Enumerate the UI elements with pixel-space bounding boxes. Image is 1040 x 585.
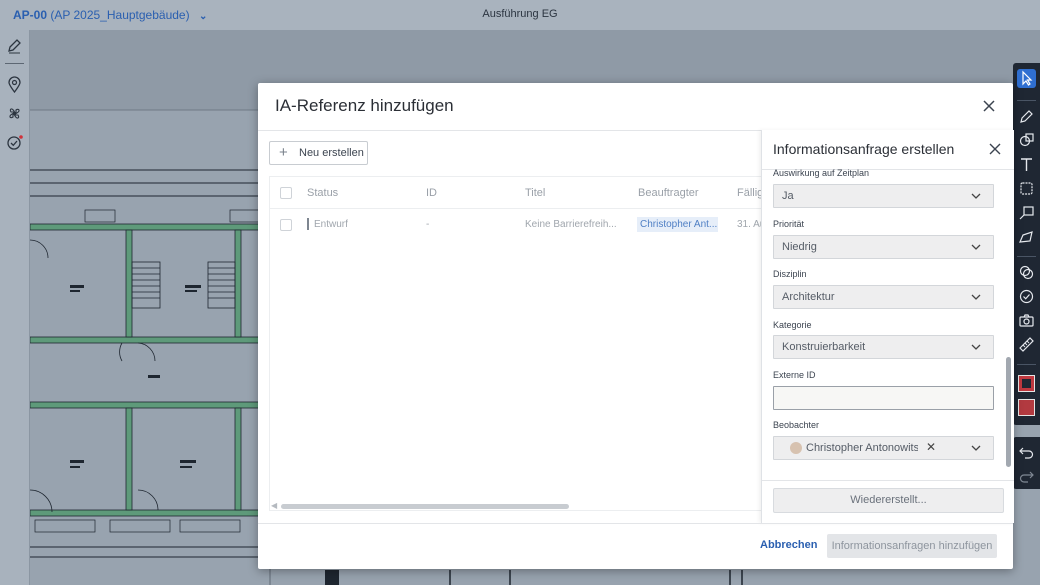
create-rfi-panel: Informationsanfrage erstellen Auswirkung… — [761, 130, 1014, 523]
dialog-footer-divider — [258, 523, 1013, 524]
chevron-down-icon — [971, 244, 981, 250]
row-status: Entwurf — [314, 219, 348, 230]
category-select[interactable]: Konstruierbarkeit — [773, 335, 994, 359]
schedule-impact-label: Auswirkung auf Zeitplan — [773, 168, 870, 178]
column-header-id[interactable]: ID — [426, 187, 437, 199]
toolbar-divider — [1017, 100, 1036, 101]
row-id: - — [426, 219, 430, 230]
camera-icon[interactable] — [1017, 311, 1036, 330]
add-rfis-button[interactable]: Informationsanfragen hinzufügen — [827, 534, 997, 558]
select-arrow-icon[interactable] — [1017, 69, 1036, 88]
toolbar-divider — [5, 63, 24, 64]
table-header: Status ID Titel Beauftragter Fällig — [270, 177, 765, 209]
create-new-button[interactable]: + Neu erstellen — [269, 141, 368, 165]
table-row[interactable]: Entwurf - Keine Barrierefreih... Christo… — [270, 209, 765, 240]
category-label: Kategorie — [773, 320, 812, 330]
status-indicator — [307, 218, 309, 230]
plus-icon: + — [279, 144, 288, 161]
row-assignee: Christopher Ant... — [637, 217, 718, 232]
close-icon[interactable] — [980, 97, 998, 115]
column-header-title[interactable]: Titel — [525, 187, 545, 199]
discipline-select[interactable]: Architektur — [773, 285, 994, 309]
rfi-table: Status ID Titel Beauftragter Fällig Entw… — [269, 176, 766, 511]
redo-icon[interactable] — [1017, 466, 1036, 485]
check-circle-icon[interactable] — [6, 134, 23, 151]
panel-title: Informationsanfrage erstellen — [773, 141, 955, 157]
close-icon[interactable] — [988, 142, 1002, 156]
ruler-icon[interactable] — [1017, 335, 1036, 354]
stroke-color-swatch[interactable] — [1018, 375, 1035, 392]
fan-icon[interactable] — [6, 105, 23, 122]
add-rfi-reference-dialog: IA-Referenz hinzufügen + Neu erstellen S… — [258, 83, 1014, 569]
rectangle-icon[interactable] — [1017, 179, 1036, 198]
row-checkbox[interactable] — [280, 219, 292, 231]
history-toolbar — [1013, 437, 1040, 489]
horizontal-scrollbar[interactable]: ◀ — [269, 501, 753, 510]
observer-name: Christopher Antonowits... — [806, 442, 918, 454]
pen-icon[interactable] — [1017, 107, 1036, 126]
overlay-icon[interactable] — [1017, 263, 1036, 282]
check-icon[interactable] — [1017, 287, 1036, 306]
discipline-label: Disziplin — [773, 269, 807, 279]
top-bar: AP-00 (AP 2025_Hauptgebäude) ⌄ Ausführun… — [0, 0, 1040, 31]
toolbar-divider — [1017, 256, 1036, 257]
select-all-checkbox[interactable] — [280, 187, 292, 199]
scrollbar-thumb[interactable] — [281, 504, 569, 509]
toolbar-divider — [1017, 364, 1036, 365]
priority-select[interactable]: Niedrig — [773, 235, 994, 259]
panel-scrollbar[interactable] — [1006, 170, 1011, 510]
chevron-down-icon — [971, 294, 981, 300]
polyline-icon[interactable] — [1017, 227, 1036, 246]
left-toolbar — [0, 30, 30, 585]
discipline-value: Architektur — [782, 291, 835, 303]
remove-observer-icon[interactable]: ✕ — [926, 440, 936, 454]
chevron-down-icon — [971, 193, 981, 199]
column-header-assignee[interactable]: Beauftragter — [638, 187, 699, 199]
chevron-down-icon — [971, 445, 981, 451]
priority-value: Niedrig — [782, 241, 817, 253]
pencil-icon[interactable] — [6, 37, 23, 54]
panel-divider — [762, 480, 1014, 481]
row-title: Keine Barrierefreih... — [525, 219, 617, 230]
schedule-impact-value: Ja — [782, 190, 794, 202]
column-header-status[interactable]: Status — [307, 187, 338, 199]
cancel-button[interactable]: Abbrechen — [760, 539, 817, 551]
avatar — [790, 442, 802, 454]
markup-toolbar — [1013, 63, 1040, 425]
recreate-button[interactable]: Wiedererstellt... — [773, 488, 1004, 513]
create-new-label: Neu erstellen — [299, 147, 364, 159]
callout-icon[interactable] — [1017, 203, 1036, 222]
text-icon[interactable] — [1017, 155, 1036, 174]
fill-color-swatch[interactable] — [1018, 399, 1035, 416]
priority-label: Priorität — [773, 219, 805, 229]
observers-label: Beobachter — [773, 420, 820, 430]
category-value: Konstruierbarkeit — [782, 341, 866, 353]
external-id-input[interactable] — [773, 386, 994, 410]
sheet-title: Ausführung EG — [482, 8, 558, 20]
schedule-impact-select[interactable]: Ja — [773, 184, 994, 208]
scrollbar-thumb[interactable] — [1006, 357, 1011, 467]
shapes-icon[interactable] — [1017, 131, 1036, 150]
dialog-title: IA-Referenz hinzufügen — [275, 96, 454, 115]
observers-select[interactable]: Christopher Antonowits... ✕ — [773, 436, 994, 460]
chevron-down-icon — [971, 344, 981, 350]
location-pin-icon[interactable] — [6, 76, 23, 94]
scroll-left-icon[interactable]: ◀ — [271, 501, 277, 510]
external-id-label: Externe ID — [773, 370, 816, 380]
undo-icon[interactable] — [1017, 442, 1036, 461]
